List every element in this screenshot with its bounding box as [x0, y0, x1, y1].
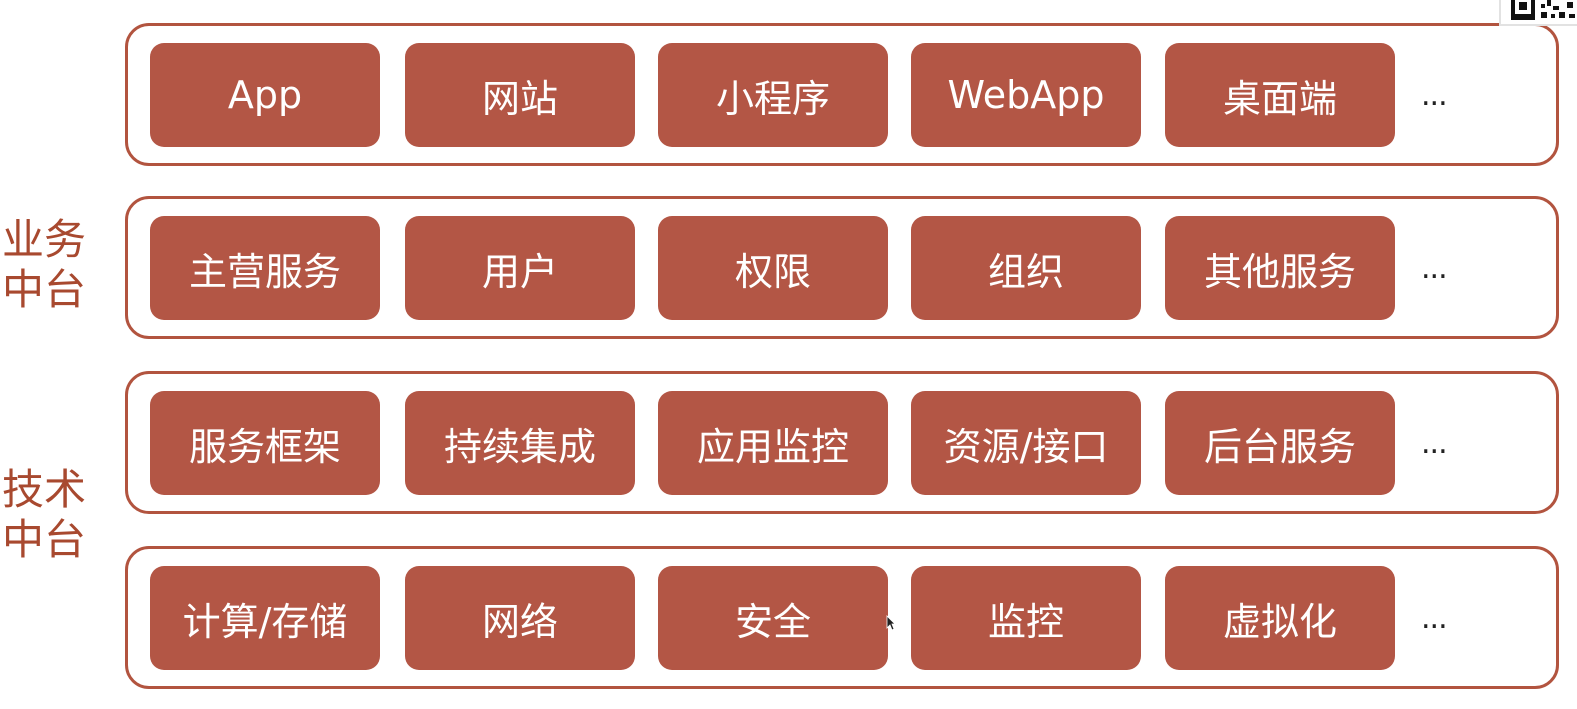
- layer-frontend: App 网站 小程序 WebApp 桌面端 ...: [125, 23, 1559, 166]
- box-webapp: WebApp: [911, 43, 1141, 147]
- box-backend-service: 后台服务: [1165, 391, 1395, 495]
- qr-code-icon[interactable]: [1499, 0, 1577, 26]
- layer-business: 主营服务 用户 权限 组织 其他服务 ...: [125, 196, 1559, 339]
- box-mini-program: 小程序: [658, 43, 888, 147]
- box-compute-storage: 计算/存储: [150, 566, 380, 670]
- box-desktop: 桌面端: [1165, 43, 1395, 147]
- box-continuous-integration: 持续集成: [405, 391, 635, 495]
- technical-middle-platform-label: 技术 中台: [2, 465, 94, 565]
- box-website: 网站: [405, 43, 635, 147]
- box-app-monitoring: 应用监控: [658, 391, 888, 495]
- box-resource-interface: 资源/接口: [911, 391, 1141, 495]
- label-line: 中台: [2, 265, 87, 314]
- box-permission: 权限: [658, 216, 888, 320]
- box-other-services: 其他服务: [1165, 216, 1395, 320]
- layer-infrastructure: 计算/存储 网络 安全 监控 虚拟化 ...: [125, 546, 1559, 689]
- label-line: 技术: [2, 465, 87, 514]
- box-main-service: 主营服务: [150, 216, 380, 320]
- box-network: 网络: [405, 566, 635, 670]
- box-virtualization: 虚拟化: [1165, 566, 1395, 670]
- more-ellipsis: ...: [1421, 601, 1448, 636]
- box-organization: 组织: [911, 216, 1141, 320]
- box-app: App: [150, 43, 380, 147]
- box-service-framework: 服务框架: [150, 391, 380, 495]
- more-ellipsis: ...: [1421, 251, 1448, 286]
- more-ellipsis: ...: [1421, 426, 1448, 461]
- more-ellipsis: ...: [1421, 78, 1448, 113]
- box-security: 安全: [658, 566, 888, 670]
- label-line: 中台: [2, 515, 87, 564]
- layer-technical: 服务框架 持续集成 应用监控 资源/接口 后台服务 ...: [125, 371, 1559, 514]
- mouse-cursor-icon: [886, 615, 896, 631]
- business-middle-platform-label: 业务 中台: [2, 215, 94, 315]
- label-line: 业务: [2, 215, 87, 264]
- box-monitoring: 监控: [911, 566, 1141, 670]
- box-user: 用户: [405, 216, 635, 320]
